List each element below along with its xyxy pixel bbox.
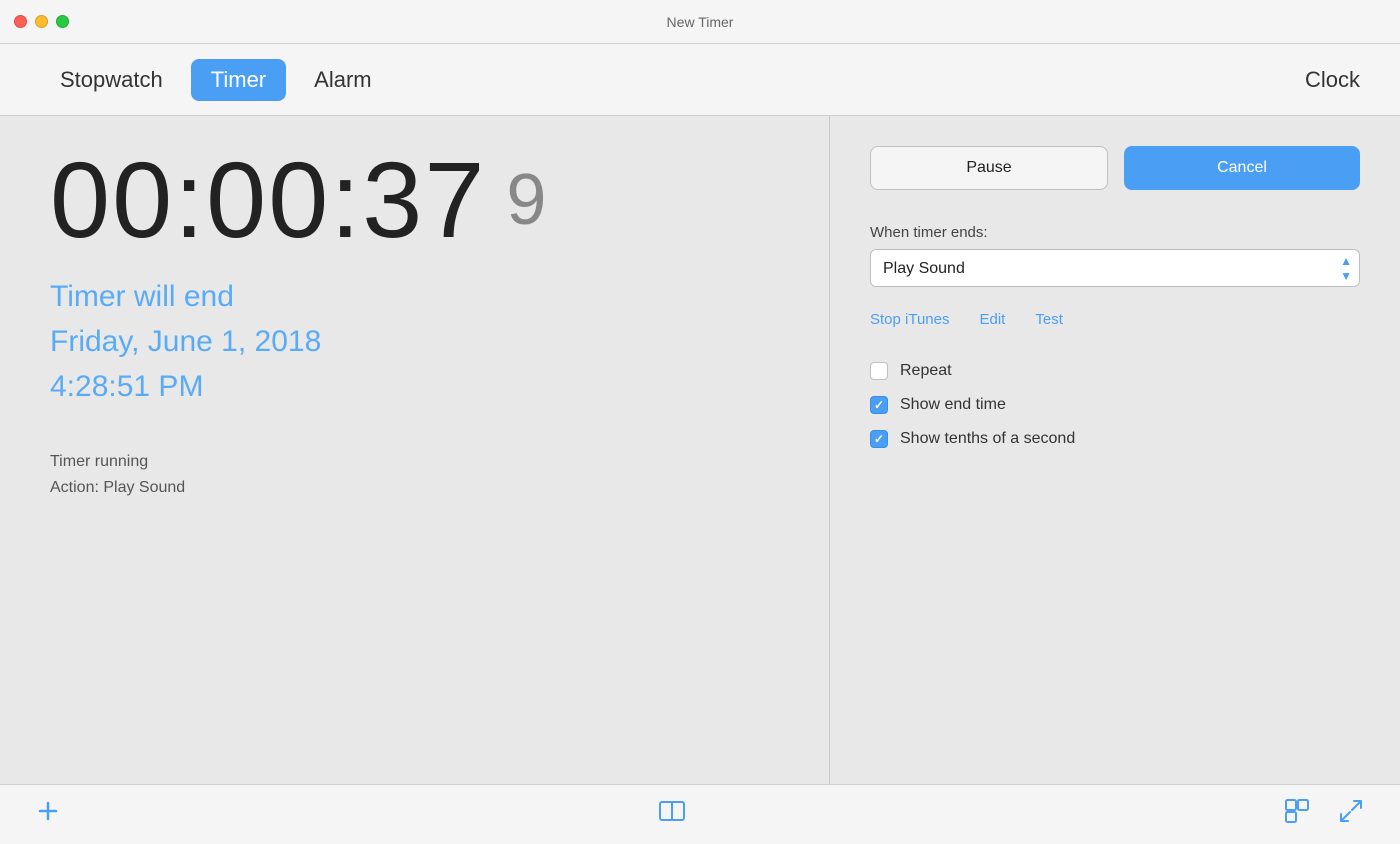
timer-status-line1: Timer running — [50, 449, 779, 475]
expand-button[interactable] — [1332, 792, 1370, 837]
action-select-wrapper: Play Sound Stop iTunes Speak Text ▲ ▼ — [870, 249, 1360, 287]
titlebar: New Timer — [0, 0, 1400, 44]
repeat-row: Repeat — [870, 362, 1360, 380]
traffic-lights — [14, 15, 69, 28]
split-view-button[interactable] — [652, 793, 692, 836]
timer-time: 00:00:37 — [50, 146, 486, 254]
timer-end-line3: 4:28:51 PM — [50, 364, 779, 409]
tab-stopwatch[interactable]: Stopwatch — [40, 59, 183, 101]
when-ends-label: When timer ends: — [870, 224, 1360, 241]
maximize-button[interactable] — [56, 15, 69, 28]
left-panel: 00:00:37 9 Timer will end Friday, June 1… — [0, 116, 830, 784]
tabbar: Stopwatch Timer Alarm Clock — [0, 44, 1400, 116]
add-button[interactable] — [30, 793, 66, 836]
bottombar — [0, 784, 1400, 844]
tab-timer[interactable]: Timer — [191, 59, 286, 101]
bottom-center — [66, 793, 1278, 836]
repeat-checkbox[interactable] — [870, 362, 888, 380]
when-ends-section: When timer ends: Play Sound Stop iTunes … — [870, 224, 1360, 287]
show-tenths-checkbox[interactable] — [870, 430, 888, 448]
timer-display: 00:00:37 9 — [50, 146, 779, 254]
show-end-time-label: Show end time — [900, 396, 1006, 414]
timer-tenths: 9 — [506, 164, 546, 236]
stop-itunes-link[interactable]: Stop iTunes — [870, 311, 950, 328]
tab-alarm[interactable]: Alarm — [294, 59, 391, 101]
timer-end-line2: Friday, June 1, 2018 — [50, 319, 779, 364]
action-links: Stop iTunes Edit Test — [870, 311, 1360, 328]
main-content: 00:00:37 9 Timer will end Friday, June 1… — [0, 116, 1400, 784]
cancel-button[interactable]: Cancel — [1124, 146, 1360, 190]
bottom-right — [1278, 792, 1370, 837]
action-select[interactable]: Play Sound Stop iTunes Speak Text — [870, 249, 1360, 287]
minimize-button[interactable] — [35, 15, 48, 28]
tile-button[interactable] — [1278, 792, 1316, 837]
test-link[interactable]: Test — [1035, 311, 1063, 328]
show-tenths-row: Show tenths of a second — [870, 430, 1360, 448]
repeat-label: Repeat — [900, 362, 952, 380]
timer-status: Timer running Action: Play Sound — [50, 449, 779, 500]
show-end-time-checkbox[interactable] — [870, 396, 888, 414]
right-panel: Pause Cancel When timer ends: Play Sound… — [830, 116, 1400, 784]
timer-status-line2: Action: Play Sound — [50, 475, 779, 501]
show-tenths-label: Show tenths of a second — [900, 430, 1075, 448]
checkbox-group: Repeat Show end time Show tenths of a se… — [870, 362, 1360, 448]
buttons-row: Pause Cancel — [870, 146, 1360, 190]
timer-end-line1: Timer will end — [50, 274, 779, 319]
close-button[interactable] — [14, 15, 27, 28]
pause-button[interactable]: Pause — [870, 146, 1108, 190]
tab-clock[interactable]: Clock — [1305, 67, 1360, 93]
edit-link[interactable]: Edit — [980, 311, 1006, 328]
window-title: New Timer — [667, 14, 734, 30]
timer-end-info: Timer will end Friday, June 1, 2018 4:28… — [50, 274, 779, 409]
show-end-time-row: Show end time — [870, 396, 1360, 414]
